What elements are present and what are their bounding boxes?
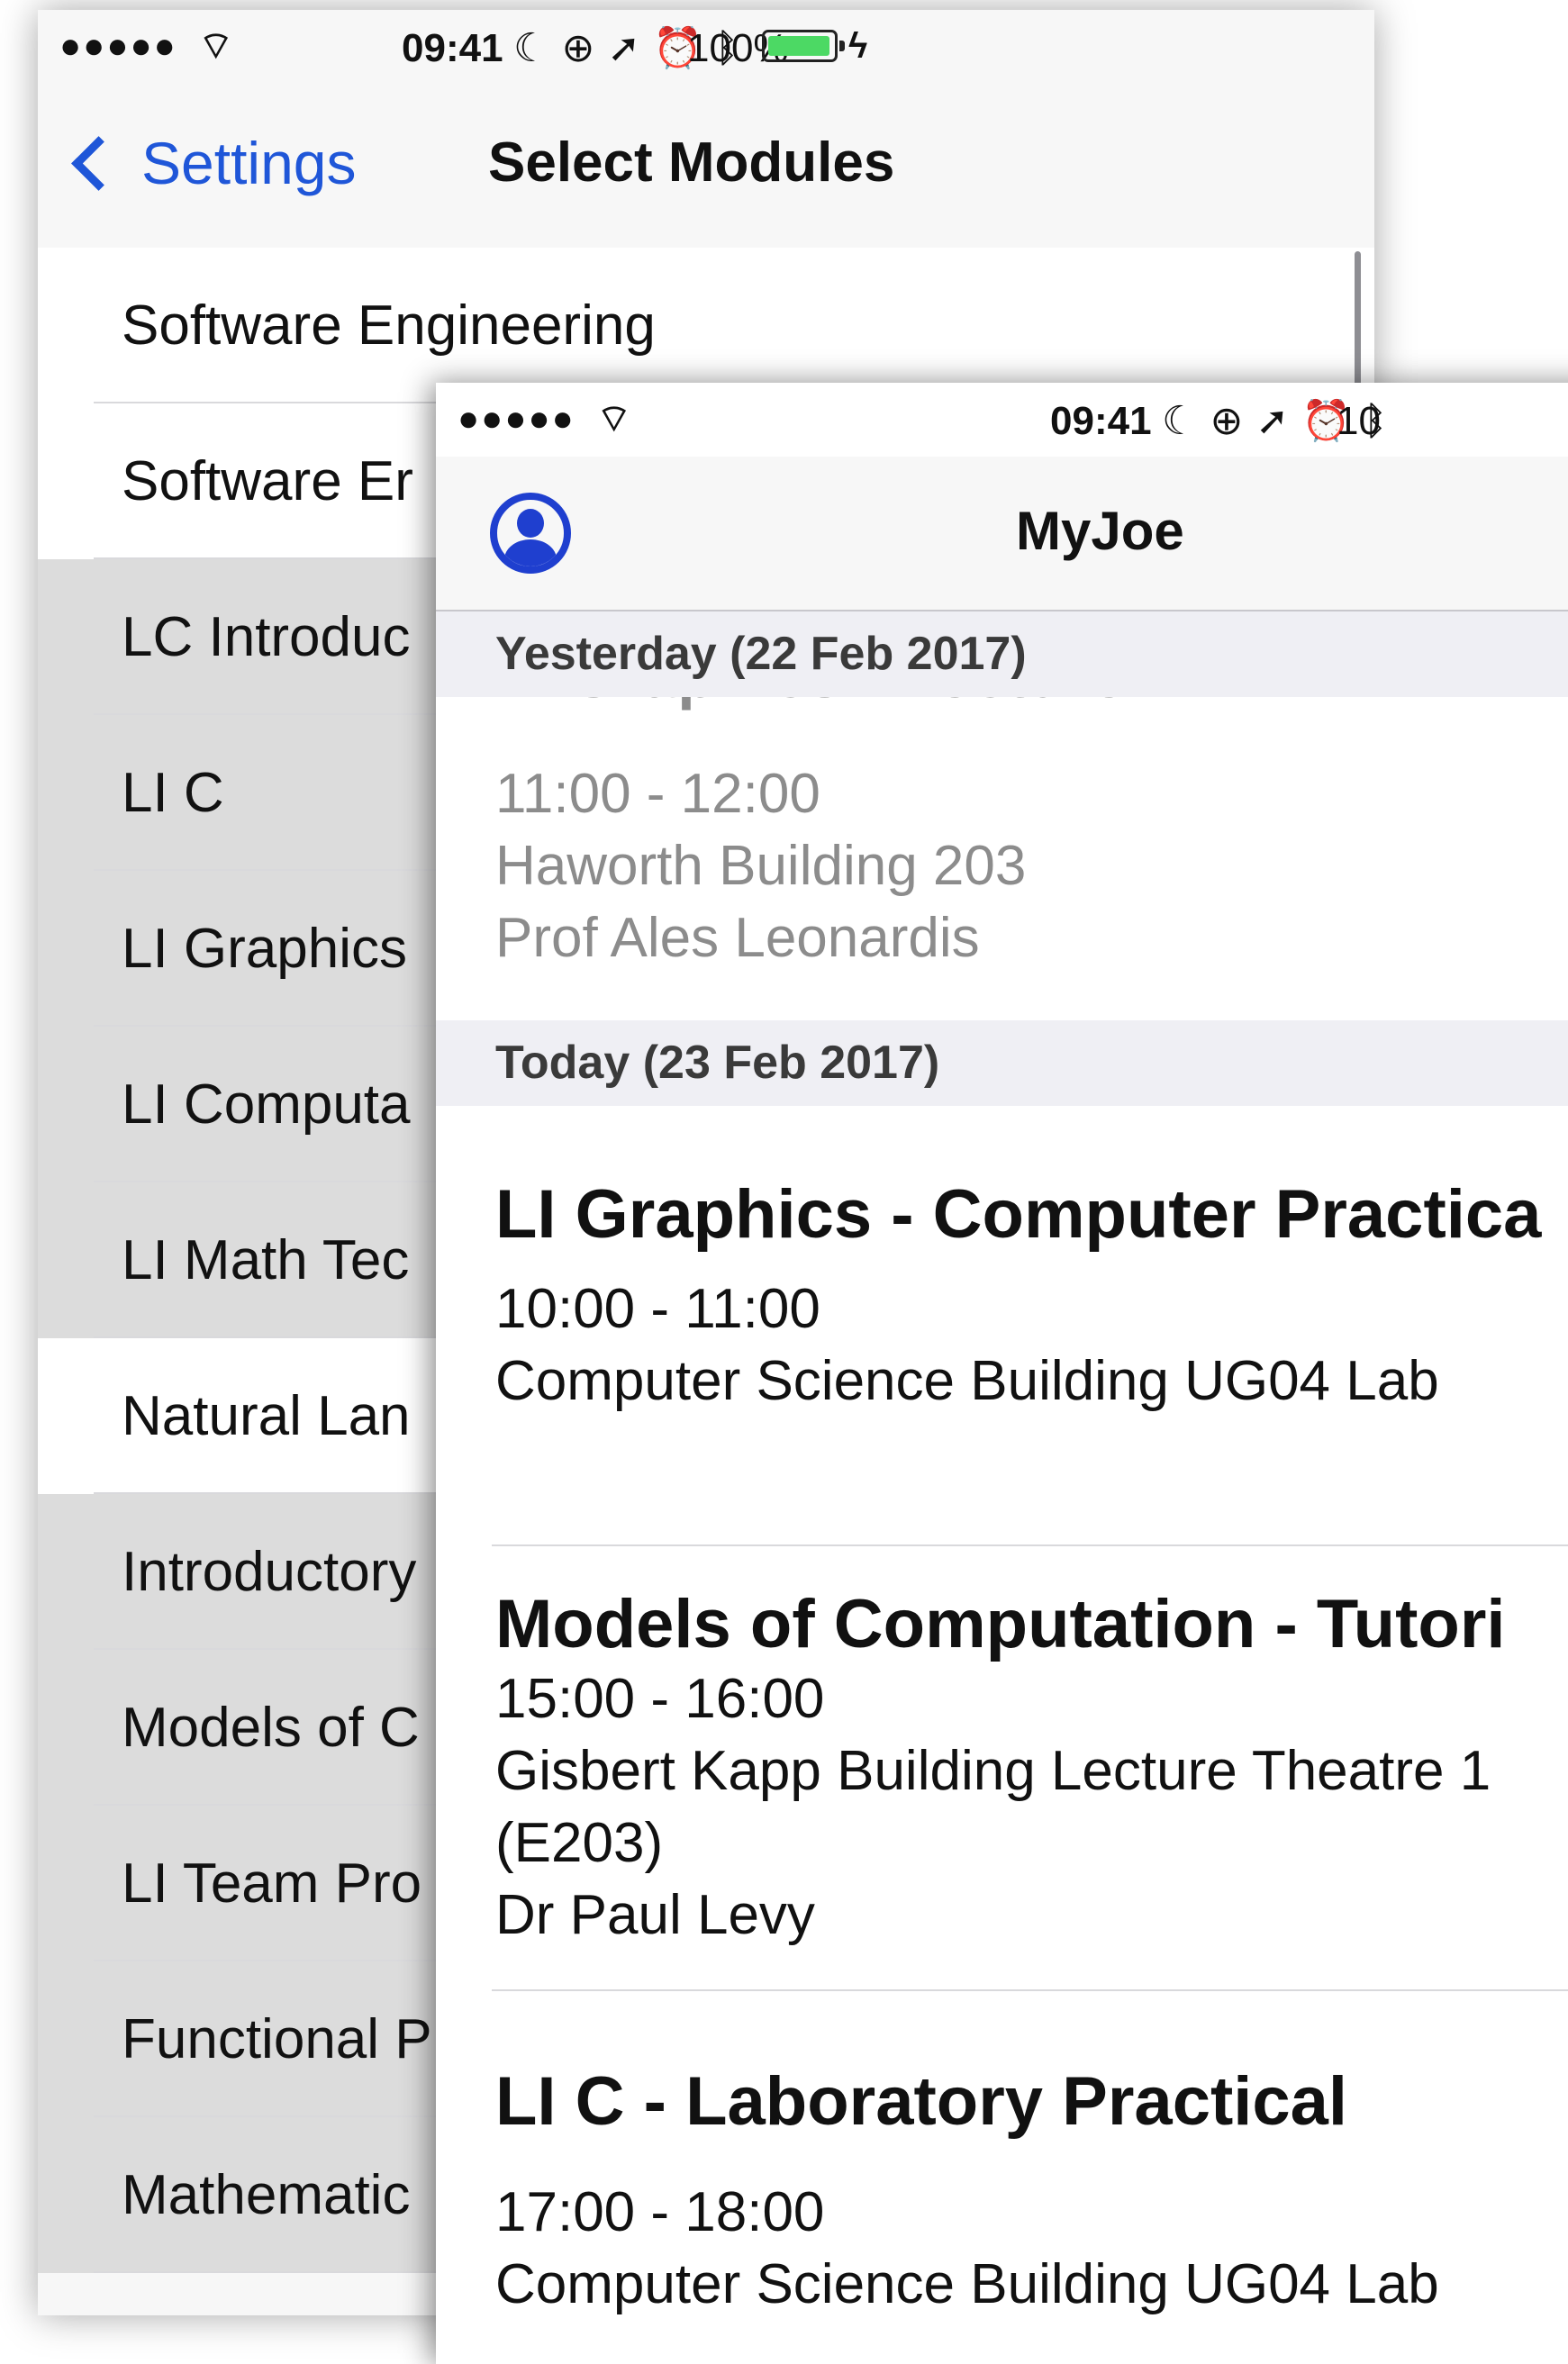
event-location-cont: (E203) [495, 1812, 664, 1874]
back-button[interactable]: Settings [67, 129, 356, 197]
event-location: Haworth Building 203 [495, 835, 1027, 897]
section-header-yesterday: Yesterday (22 Feb 2017) [436, 611, 1568, 697]
module-label: LI C [122, 762, 224, 824]
module-label: Software Engineering [122, 294, 656, 357]
myjoe-screen: ●●●●● ⌔ 09:41 ☾⊕➚⏰ᛒ 10 MyJoe LI Graphics… [436, 383, 1568, 2364]
chevron-left-icon [71, 135, 126, 191]
module-label: Functional P [122, 2008, 432, 2070]
battery-percent: 10 [1337, 399, 1381, 443]
event-item[interactable]: LI C - Laboratory Practical 17:00 - 18:0… [495, 2062, 1568, 2321]
battery-icon [762, 30, 845, 62]
signal-strength-icon: ●●●●● [458, 399, 576, 439]
module-label: LI Math Tec [122, 1229, 410, 1291]
wifi-icon: ⌔ [198, 24, 234, 67]
module-label: Software Er [122, 450, 413, 512]
module-label: LC Introduc [122, 606, 411, 668]
wifi-icon: ⌔ [596, 397, 632, 439]
event-location: Computer Science Building UG04 Lab [495, 1350, 1439, 1412]
event-item[interactable]: 11:00 - 12:00 Haworth Building 203 Prof … [495, 758, 1568, 974]
event-title: LI Graphics - Computer Practica [495, 1176, 1542, 1253]
profile-icon[interactable] [490, 493, 571, 574]
module-row[interactable]: Software Engineering [38, 248, 1374, 403]
event-title: Models of Computation - Tutori [495, 1586, 1506, 1662]
divider [492, 1544, 1568, 1546]
module-label: Natural Lan [122, 1385, 411, 1447]
status-time: 09:41 [402, 26, 503, 70]
charging-bolt-icon: ϟ [848, 26, 868, 66]
module-label: LI Team Pro [122, 1852, 422, 1915]
status-bar: ●●●●● ⌔ 09:41 ☾⊕➚⏰ᛒ 100% ϟ [38, 10, 1374, 84]
battery-fill [768, 36, 829, 56]
status-bar: ●●●●● ⌔ 09:41 ☾⊕➚⏰ᛒ 10 [436, 383, 1568, 457]
divider [492, 1989, 1568, 1991]
status-time: 09:41 [1050, 399, 1152, 443]
event-lecturer: Prof Ales Leonardis [495, 907, 980, 969]
page-title: MyJoe [1016, 501, 1184, 561]
navigation-bar: MyJoe [436, 457, 1568, 611]
event-time: 10:00 - 11:00 [495, 1278, 820, 1340]
page-title: Select Modules [488, 131, 895, 194]
signal-strength-icon: ●●●●● [59, 26, 177, 66]
module-label: Models of C [122, 1697, 420, 1759]
location-arrow-icon: ➚ [1255, 399, 1302, 443]
module-label: LI Computa [122, 1073, 411, 1136]
moon-icon: ☾ [1162, 399, 1210, 443]
orientation-lock-icon: ⊕ [561, 26, 608, 70]
event-lecturer: Dr Paul Levy [495, 1884, 815, 1946]
back-button-label: Settings [141, 130, 357, 196]
event-time: 17:00 - 18:00 [495, 2181, 825, 2243]
module-label: Introductory [122, 1541, 417, 1603]
event-title: LI C - Laboratory Practical [495, 2063, 1348, 2140]
moon-icon: ☾ [513, 26, 562, 70]
module-label: LI Graphics [122, 918, 408, 980]
event-item[interactable]: Models of Computation - Tutori 15:00 - 1… [495, 1585, 1568, 1952]
orientation-lock-icon: ⊕ [1210, 399, 1256, 443]
location-arrow-icon: ➚ [607, 26, 654, 70]
event-location: Computer Science Building UG04 Lab [495, 2253, 1439, 2315]
event-location: Gisbert Kapp Building Lecture Theatre 1 [495, 1740, 1491, 1802]
module-label: Mathematic [122, 2164, 411, 2226]
event-item[interactable]: LI Graphics - Computer Practica 10:00 - … [495, 1175, 1568, 1417]
event-time: 11:00 - 12:00 [495, 763, 820, 825]
event-time: 15:00 - 16:00 [495, 1668, 825, 1730]
navigation-bar: Settings Select Modules [38, 84, 1374, 249]
section-header-today: Today (23 Feb 2017) [436, 1020, 1568, 1106]
